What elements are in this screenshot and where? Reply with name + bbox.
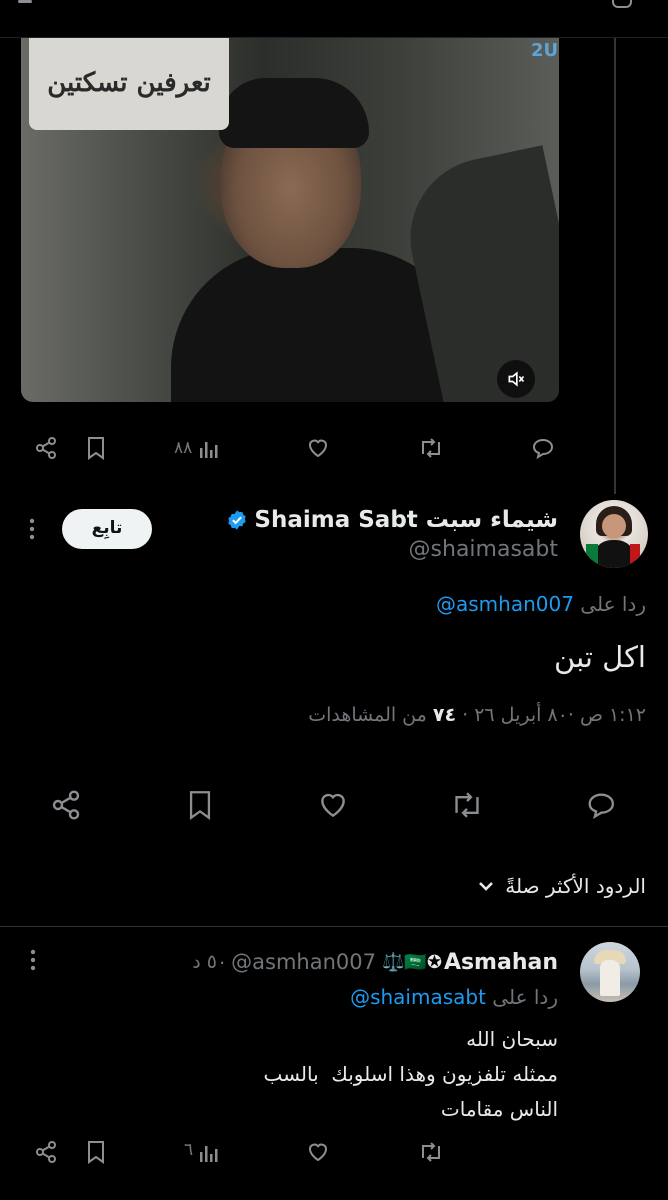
post-timestamp[interactable]: ١:١٢ ص ·٨٠ أبريل ٢٦ · bbox=[462, 704, 646, 726]
speaker-muted-icon bbox=[506, 369, 526, 389]
replies-sort-selector[interactable]: الردود الأكثر صلةً bbox=[477, 872, 646, 900]
views-icon[interactable] bbox=[198, 1142, 220, 1164]
share-icon[interactable] bbox=[34, 1140, 58, 1164]
mute-button[interactable] bbox=[497, 360, 535, 398]
chevron-down-icon bbox=[477, 877, 495, 895]
reply-action-bar: ٦ bbox=[0, 1136, 668, 1168]
like-icon[interactable] bbox=[306, 436, 330, 460]
reply-reply-prefix: ردا على bbox=[492, 985, 558, 1009]
reply-text: سبحان الله ممثله تلفزيون وهذا اسلوبك بال… bbox=[263, 1022, 558, 1127]
top-partial-icon-right bbox=[612, 0, 632, 8]
share-icon[interactable] bbox=[50, 789, 82, 821]
bookmark-icon[interactable] bbox=[186, 789, 214, 821]
author-name[interactable]: شيماء سبت Shaima Sabt bbox=[226, 506, 558, 534]
replies-sort-label: الردود الأكثر صلةً bbox=[505, 874, 646, 898]
reply-author-emojis: ✪🇸🇦⚖️ bbox=[382, 951, 442, 973]
video-caption-box: تعرفين تسكتين bbox=[29, 38, 229, 130]
follow-button-label: تابِع bbox=[91, 518, 123, 538]
thread-line bbox=[614, 38, 616, 494]
reply-avatar[interactable] bbox=[580, 942, 640, 1002]
reply-to-link[interactable]: @asmhan007 bbox=[436, 592, 574, 616]
post-views-count: ٧٤ bbox=[432, 704, 457, 726]
reply-author-name: Asmahan bbox=[443, 949, 558, 975]
reply-text-line: سبحان الله bbox=[466, 1027, 558, 1051]
reply-time: ٥٠ د bbox=[192, 951, 228, 973]
reply-prefix: ردا على bbox=[580, 592, 646, 616]
like-icon[interactable] bbox=[306, 1140, 330, 1164]
reply-icon[interactable] bbox=[582, 789, 618, 821]
reply-views-count: ٦ bbox=[184, 1140, 194, 1160]
main-action-bar bbox=[0, 785, 668, 825]
figure-hair bbox=[219, 78, 369, 148]
follow-button[interactable]: تابِع bbox=[62, 509, 152, 549]
views-icon[interactable] bbox=[198, 438, 220, 460]
post-meta: ١:١٢ ص ·٨٠ أبريل ٢٦ · ٧٤ من المشاهدات bbox=[308, 704, 646, 726]
replying-to: ردا على @asmhan007 bbox=[436, 592, 646, 616]
views-count: ٨٨ bbox=[174, 438, 193, 458]
reply-more-options-icon[interactable] bbox=[28, 948, 38, 972]
post-views-label: من المشاهدات bbox=[308, 704, 427, 726]
reply-reply-to-link[interactable]: @shaimasabt bbox=[350, 985, 486, 1009]
top-partial-icon-left bbox=[18, 0, 32, 3]
reply-icon[interactable] bbox=[528, 436, 556, 460]
author-handle[interactable]: @shaimasabt bbox=[409, 537, 558, 562]
bookmark-icon[interactable] bbox=[85, 436, 107, 460]
reply-text-line: الناس مقامات bbox=[440, 1097, 558, 1121]
quoted-action-bar: ٨٨ bbox=[0, 430, 668, 466]
channel-logo: 2U bbox=[531, 40, 559, 61]
reply-author[interactable]: Asmahan ✪🇸🇦⚖️ @asmhan007 ٥٠ د bbox=[192, 948, 558, 976]
share-icon[interactable] bbox=[34, 436, 58, 460]
author-avatar[interactable] bbox=[580, 500, 648, 568]
reply-handle: @asmhan007 bbox=[231, 950, 376, 974]
post-text: اكل تبن bbox=[554, 640, 646, 674]
author-name-text: شيماء سبت Shaima Sabt bbox=[254, 507, 558, 533]
bookmark-icon[interactable] bbox=[85, 1140, 107, 1164]
more-options-icon[interactable] bbox=[27, 517, 37, 541]
verified-badge-icon bbox=[226, 509, 248, 531]
like-icon[interactable] bbox=[317, 789, 349, 821]
repost-icon[interactable] bbox=[418, 436, 444, 460]
reply-text-line: ممثله تلفزيون وهذا اسلوبك بالسب bbox=[263, 1062, 558, 1086]
repost-icon[interactable] bbox=[418, 1140, 444, 1164]
replies-divider bbox=[0, 926, 668, 927]
reply-replying-to: ردا على @shaimasabt bbox=[350, 985, 558, 1009]
repost-icon[interactable] bbox=[450, 789, 484, 821]
video-caption-text: تعرفين تسكتين bbox=[47, 68, 211, 98]
video-media[interactable]: تعرفين تسكتين 2U bbox=[21, 38, 559, 402]
